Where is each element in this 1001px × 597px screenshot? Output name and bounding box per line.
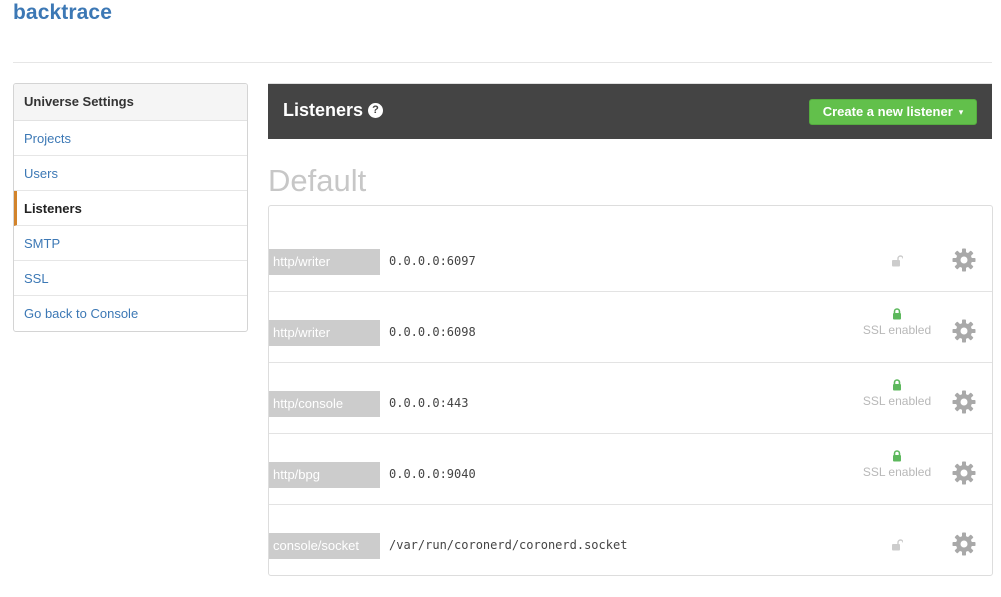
question-circle-icon[interactable]: ?: [368, 103, 383, 118]
listener-list: http/writer 0.0.0.0:6097 http/writer 0.0.0.…: [268, 205, 993, 576]
ssl-enabled-label: SSL enabled: [862, 394, 932, 408]
ssl-status: SSL enabled: [857, 379, 937, 408]
listener-address: 0.0.0.0:6097: [389, 254, 476, 268]
chevron-down-icon: ▾: [958, 107, 964, 117]
listener-row: http/console 0.0.0.0:443 SSL enabled: [269, 363, 992, 434]
sidebar-item-go-back-to-console[interactable]: Go back to Console: [14, 296, 247, 331]
ssl-status: [857, 539, 937, 551]
listener-address: 0.0.0.0:443: [389, 396, 469, 410]
listener-address: 0.0.0.0:6098: [389, 325, 476, 339]
brand-logo[interactable]: backtrace: [13, 1, 112, 25]
listener-row: http/bpg 0.0.0.0:9040 SSL enabled: [269, 434, 992, 505]
section-title: Default: [268, 163, 367, 198]
page-title: Listeners: [283, 100, 364, 120]
gear-icon[interactable]: [952, 248, 976, 272]
gear-icon[interactable]: [952, 461, 976, 485]
header-divider: [13, 62, 992, 63]
unlock-icon: [857, 255, 937, 267]
gear-icon[interactable]: [952, 390, 976, 414]
lock-icon: [857, 379, 937, 391]
listener-row: http/writer 0.0.0.0:6098 SSL enabled: [269, 292, 992, 363]
create-listener-label: Create a new listener: [822, 104, 953, 119]
settings-sidebar: Universe Settings Projects Users Listene…: [13, 83, 248, 332]
gear-icon[interactable]: [952, 319, 976, 343]
create-listener-button[interactable]: Create a new listener ▾: [809, 99, 977, 125]
lock-icon: [857, 450, 937, 462]
sidebar-item-users[interactable]: Users: [14, 156, 247, 191]
sidebar-item-ssl[interactable]: SSL: [14, 261, 247, 296]
listener-address: /var/run/coronerd/coronerd.socket: [389, 538, 628, 552]
listener-type-label: http/writer: [269, 249, 380, 275]
ssl-enabled-label: SSL enabled: [862, 323, 932, 337]
lock-icon: [857, 308, 937, 320]
sidebar-item-listeners[interactable]: Listeners: [14, 191, 247, 226]
sidebar-item-smtp[interactable]: SMTP: [14, 226, 247, 261]
sidebar-heading: Universe Settings: [14, 84, 247, 121]
listener-row: http/writer 0.0.0.0:6097: [269, 206, 992, 292]
ssl-enabled-label: SSL enabled: [862, 465, 932, 479]
ssl-status: SSL enabled: [857, 450, 937, 479]
ssl-status: [857, 255, 937, 267]
gear-icon[interactable]: [952, 532, 976, 556]
listener-type-label: http/writer: [269, 320, 380, 346]
unlock-icon: [857, 539, 937, 551]
listener-type-label: console/socket: [269, 533, 380, 559]
sidebar-item-projects[interactable]: Projects: [14, 121, 247, 156]
listener-type-label: http/bpg: [269, 462, 380, 488]
ssl-status: SSL enabled: [857, 308, 937, 337]
listener-address: 0.0.0.0:9040: [389, 467, 476, 481]
listener-type-label: http/console: [269, 391, 380, 417]
listeners-header: Listeners ? Create a new listener ▾: [268, 83, 992, 139]
listener-row: console/socket/var/run/coronerd/coronerd…: [269, 505, 992, 576]
